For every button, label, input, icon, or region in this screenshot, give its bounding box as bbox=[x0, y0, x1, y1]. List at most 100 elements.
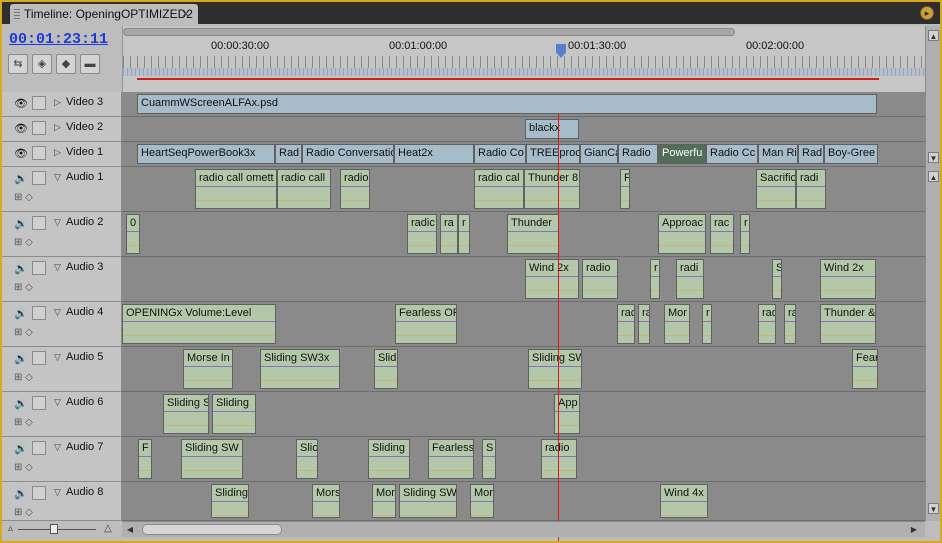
track-lane-audio-3[interactable]: Wind 2x radio r radi S Wind 2x bbox=[122, 257, 925, 302]
speaker-icon[interactable]: 🔊 bbox=[14, 172, 30, 185]
eye-icon[interactable]: 👁 bbox=[14, 147, 30, 160]
expand-icon[interactable]: ▽ bbox=[54, 172, 61, 183]
video-scrollbar[interactable]: ▼ bbox=[925, 92, 940, 167]
audio-clip[interactable]: radic bbox=[407, 214, 437, 254]
audio-clip[interactable]: Mors bbox=[312, 484, 340, 518]
audio-clip[interactable]: ra bbox=[440, 214, 458, 254]
lock-toggle[interactable] bbox=[32, 306, 46, 320]
audio-clip[interactable]: Slid bbox=[374, 349, 398, 389]
audio-clip[interactable]: rac bbox=[710, 214, 734, 254]
current-timecode[interactable]: 00:01:23:11 bbox=[9, 31, 108, 48]
video-clip[interactable]: Heat2x bbox=[394, 144, 474, 164]
audio-clip[interactable]: Morse In bbox=[183, 349, 233, 389]
scroll-right-icon[interactable]: ▶ bbox=[908, 524, 920, 536]
video-clip[interactable]: Rad bbox=[275, 144, 302, 164]
audio-clip[interactable]: ra bbox=[638, 304, 650, 344]
video-clip[interactable]: Radio bbox=[618, 144, 658, 164]
track-header-audio-2[interactable]: 🔊 ▽ Audio 2 ⊞ ◇ bbox=[2, 212, 122, 257]
track-lane-audio-8[interactable]: Sliding Mors Mor Sliding SW Mor Wind 4x bbox=[122, 482, 925, 521]
track-lane-video-1[interactable]: HeartSeqPowerBook3x Rad Radio Conversati… bbox=[122, 142, 925, 167]
expand-icon[interactable]: ▽ bbox=[54, 487, 61, 498]
track-header-audio-4[interactable]: 🔊 ▽ Audio 4 ⊞ ◇ bbox=[2, 302, 122, 347]
eye-icon[interactable]: 👁 bbox=[14, 97, 30, 110]
close-icon[interactable]: × bbox=[182, 6, 190, 21]
audio-clip[interactable]: Wind 2x bbox=[525, 259, 579, 299]
video-clip[interactable]: Radio Cc bbox=[706, 144, 758, 164]
scroll-up-icon[interactable]: ▲ bbox=[928, 171, 939, 182]
track-lane-video-2[interactable]: blackx bbox=[122, 117, 925, 142]
lock-toggle[interactable] bbox=[32, 441, 46, 455]
eye-icon[interactable]: 👁 bbox=[14, 122, 30, 135]
video-clip[interactable]: Man Rin bbox=[758, 144, 798, 164]
audio-scrollbar[interactable]: ▲ ▼ bbox=[925, 167, 940, 521]
expand-icon[interactable]: ▽ bbox=[54, 442, 61, 453]
audio-clip[interactable]: F bbox=[620, 169, 630, 209]
track-lane-video-3[interactable]: CuammWScreenALFAx.psd bbox=[122, 92, 925, 117]
audio-clip[interactable]: Mor bbox=[372, 484, 396, 518]
audio-clip[interactable]: Approac bbox=[658, 214, 706, 254]
audio-clip[interactable]: radio call bbox=[277, 169, 331, 209]
audio-clip[interactable]: ra bbox=[784, 304, 796, 344]
audio-clip[interactable]: radio call omett bbox=[195, 169, 277, 209]
track-header-audio-1[interactable]: 🔊 ▽ Audio 1 ⊞ ◇ bbox=[2, 167, 122, 212]
audio-clip[interactable]: radi bbox=[676, 259, 704, 299]
audio-clip[interactable]: OPENINGx Volume:Level bbox=[122, 304, 276, 344]
audio-clip[interactable]: radio cal bbox=[474, 169, 524, 209]
audio-clip[interactable]: rad bbox=[758, 304, 776, 344]
track-header-audio-6[interactable]: 🔊 ▽ Audio 6 ⊞ ◇ bbox=[2, 392, 122, 437]
audio-clip[interactable]: Thunder 8 bbox=[524, 169, 580, 209]
horizontal-scrollbar[interactable]: ◀ ▶ bbox=[122, 521, 925, 537]
track-lane-audio-7[interactable]: F Sliding SW Slic Sliding Fearless S rad… bbox=[122, 437, 925, 482]
track-header-video-2[interactable]: 👁 ▷ Video 2 bbox=[2, 117, 122, 142]
audio-clip[interactable]: Wind 4x bbox=[660, 484, 708, 518]
audio-clip[interactable]: F bbox=[138, 439, 152, 479]
video-clip[interactable]: CuammWScreenALFAx.psd bbox=[137, 94, 877, 114]
audio-clip[interactable]: Thunder & bbox=[820, 304, 876, 344]
audio-clip[interactable]: Slic bbox=[296, 439, 318, 479]
grip-icon[interactable] bbox=[14, 9, 20, 19]
lock-toggle[interactable] bbox=[32, 216, 46, 230]
scroll-thumb[interactable] bbox=[142, 524, 282, 535]
keyframe-icon[interactable]: ⊞ ◇ bbox=[14, 237, 33, 248]
expand-icon[interactable]: ▽ bbox=[54, 262, 61, 273]
expand-icon[interactable]: ▷ bbox=[54, 97, 61, 108]
playhead-line[interactable] bbox=[558, 114, 559, 541]
video-clip[interactable]: Radio Conversatio bbox=[302, 144, 394, 164]
track-lane-audio-4[interactable]: OPENINGx Volume:Level Fearless OF rac ra… bbox=[122, 302, 925, 347]
keyframe-icon[interactable]: ⊞ ◇ bbox=[14, 192, 33, 203]
audio-clip[interactable]: radi bbox=[796, 169, 826, 209]
video-clip[interactable]: Powerfu bbox=[658, 144, 706, 164]
keyframe-icon[interactable]: ⊞ ◇ bbox=[14, 417, 33, 428]
audio-clip[interactable]: Fearless bbox=[428, 439, 474, 479]
scroll-left-icon[interactable]: ◀ bbox=[124, 524, 136, 536]
time-ruler[interactable]: 00:00:30:00 00:01:00:00 00:01:30:00 00:0… bbox=[122, 26, 926, 92]
audio-clip[interactable]: r bbox=[458, 214, 470, 254]
audio-clip[interactable]: Mor bbox=[470, 484, 494, 518]
audio-clip[interactable]: Sacrific bbox=[756, 169, 796, 209]
speaker-icon[interactable]: 🔊 bbox=[14, 397, 30, 410]
speaker-icon[interactable]: 🔊 bbox=[14, 487, 30, 500]
audio-clip[interactable]: r bbox=[650, 259, 660, 299]
audio-clip[interactable]: Sliding SW3x bbox=[260, 349, 340, 389]
track-lane-audio-6[interactable]: Sliding S Sliding App bbox=[122, 392, 925, 437]
track-header-audio-5[interactable]: 🔊 ▽ Audio 5 ⊞ ◇ bbox=[2, 347, 122, 392]
video-clip[interactable]: Boy-Gree bbox=[824, 144, 878, 164]
expand-icon[interactable]: ▽ bbox=[54, 352, 61, 363]
audio-clip[interactable]: Sliding bbox=[211, 484, 249, 518]
video-clip[interactable]: Radio Co bbox=[474, 144, 526, 164]
keyframe-icon[interactable]: ⊞ ◇ bbox=[14, 462, 33, 473]
zoom-knob[interactable] bbox=[50, 524, 58, 534]
set-encore-marker-icon[interactable]: ◆ bbox=[56, 54, 76, 74]
speaker-icon[interactable]: 🔊 bbox=[14, 217, 30, 230]
video-clip[interactable]: TREEproc bbox=[526, 144, 580, 164]
scroll-down-icon[interactable]: ▼ bbox=[928, 503, 939, 514]
lock-toggle[interactable] bbox=[32, 171, 46, 185]
speaker-icon[interactable]: 🔊 bbox=[14, 352, 30, 365]
speaker-icon[interactable]: 🔊 bbox=[14, 307, 30, 320]
audio-clip[interactable]: Fearless OF bbox=[395, 304, 457, 344]
audio-clip[interactable]: Sliding bbox=[368, 439, 410, 479]
video-clip[interactable]: GianCa bbox=[580, 144, 618, 164]
audio-clip[interactable]: Thunder bbox=[507, 214, 559, 254]
lock-toggle[interactable] bbox=[32, 396, 46, 410]
keyframe-icon[interactable]: ⊞ ◇ bbox=[14, 282, 33, 293]
